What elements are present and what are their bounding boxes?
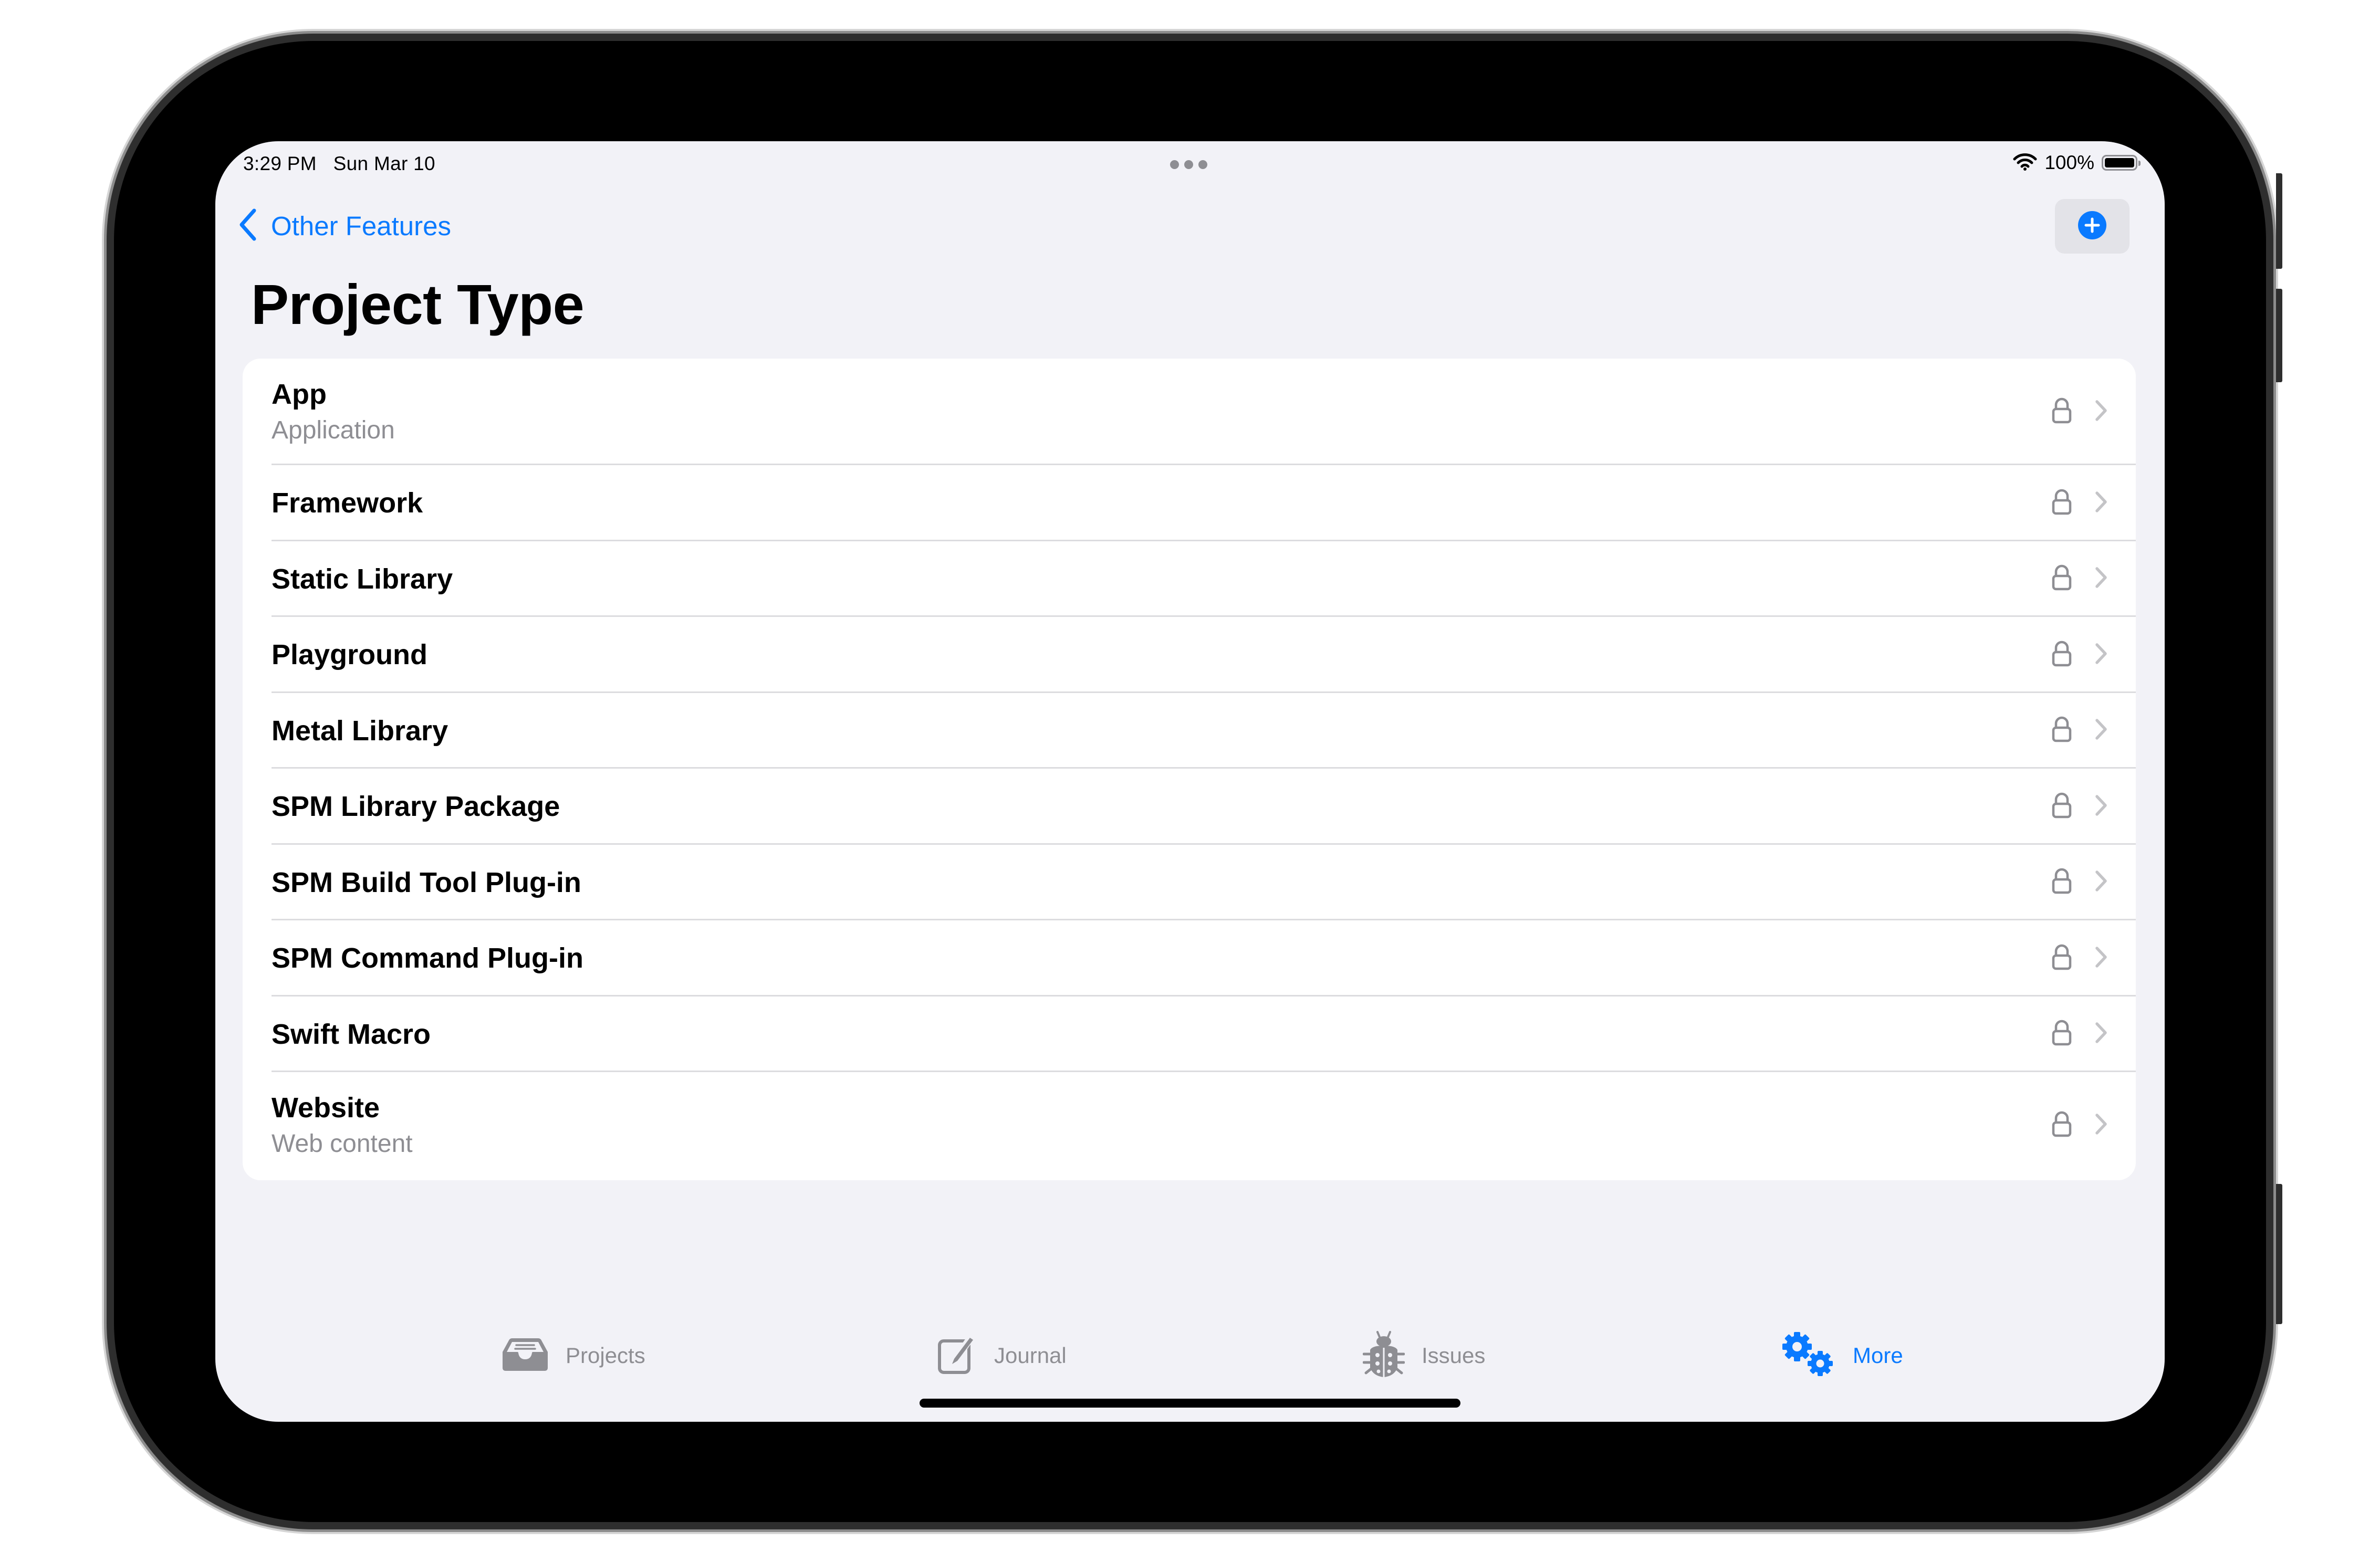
square-pencil-icon [937, 1335, 977, 1377]
lock-icon [2052, 489, 2072, 518]
list-item-text: Swift Macro [272, 1018, 431, 1051]
list-item-text: Static Library [272, 563, 453, 595]
screen: 3:29 PM Sun Mar 10 100% Other Features P… [215, 141, 2165, 1422]
project-type-list: App Application Framework Static Library Pla… [243, 359, 2136, 1180]
lock-icon [2052, 1111, 2072, 1140]
tray-icon [502, 1337, 549, 1375]
list-item-text: Framework [272, 487, 423, 519]
list-item-text: SPM Build Tool Plug-in [272, 866, 581, 899]
back-button[interactable]: Other Features [238, 208, 451, 244]
list-item-label: Framework [272, 487, 423, 519]
lock-icon [2052, 397, 2072, 426]
battery-percentage: 100% [2044, 152, 2094, 173]
side-button [2276, 1184, 2282, 1324]
list-item-subtitle: Application [272, 416, 395, 444]
list-item-text: Playground [272, 638, 427, 671]
list-item-label: Metal Library [272, 715, 448, 747]
list-item[interactable]: Framework [243, 465, 2136, 541]
battery-icon [2102, 155, 2141, 171]
list-item-label: Playground [272, 639, 428, 671]
volume-down-button [2276, 289, 2282, 382]
list-item-text: SPM Library Package [272, 790, 560, 823]
list-item[interactable]: SPM Command Plug-in [243, 920, 2136, 996]
plus-circle-icon [2078, 211, 2107, 243]
list-item-label: SPM Build Tool Plug-in [272, 866, 581, 898]
lock-icon [2052, 1020, 2072, 1048]
status-time-date: 3:29 PM Sun Mar 10 [243, 153, 435, 175]
chevron-right-icon [2094, 567, 2108, 591]
list-item-label: SPM Library Package [272, 791, 560, 823]
list-item-label: Swift Macro [272, 1018, 431, 1050]
tab-projects[interactable]: Projects [502, 1332, 645, 1379]
tab-more-label: More [1853, 1343, 1903, 1368]
chevron-right-icon [2094, 718, 2108, 743]
status-time: 3:29 PM [243, 153, 317, 174]
list-item-text: Website Web content [272, 1092, 413, 1160]
wifi-icon [2013, 153, 2037, 173]
lock-icon [2052, 868, 2072, 897]
chevron-right-icon [2094, 870, 2108, 895]
back-button-label: Other Features [271, 211, 451, 241]
list-item[interactable]: Swift Macro [243, 996, 2136, 1073]
lock-icon [2052, 944, 2072, 973]
chevron-left-icon [238, 208, 257, 244]
list-item-label: SPM Command Plug-in [272, 942, 583, 974]
list-item[interactable]: Metal Library [243, 693, 2136, 769]
tab-journal-label: Journal [994, 1343, 1067, 1368]
chevron-right-icon [2094, 491, 2108, 516]
list-item[interactable]: Static Library [243, 541, 2136, 617]
list-item-text: App Application [272, 378, 395, 446]
status-date: Sun Mar 10 [333, 153, 435, 174]
list-item-text: Metal Library [272, 715, 448, 747]
chevron-right-icon [2094, 794, 2108, 819]
tab-issues[interactable]: Issues [1362, 1330, 1486, 1381]
list-item[interactable]: App Application [243, 359, 2136, 465]
chevron-right-icon [2094, 1113, 2108, 1138]
lock-icon [2052, 641, 2072, 669]
chevron-right-icon [2094, 1022, 2108, 1046]
lock-icon [2052, 564, 2072, 593]
list-item-subtitle: Web content [272, 1129, 413, 1158]
list-item-label: App [272, 378, 327, 410]
chevron-right-icon [2094, 400, 2108, 424]
gears-icon [1781, 1331, 1836, 1381]
ladybug-icon [1362, 1330, 1405, 1381]
list-item-text: SPM Command Plug-in [272, 942, 583, 974]
tab-issues-label: Issues [1422, 1343, 1486, 1368]
page-title: Project Type [251, 272, 584, 336]
tab-projects-label: Projects [566, 1343, 645, 1368]
status-indicators: 100% [2013, 152, 2141, 174]
tab-journal[interactable]: Journal [937, 1332, 1067, 1379]
tab-more[interactable]: More [1781, 1331, 1903, 1381]
list-item[interactable]: SPM Library Package [243, 769, 2136, 845]
list-item[interactable]: Website Web content [243, 1072, 2136, 1179]
list-item-label: Static Library [272, 563, 453, 595]
chevron-right-icon [2094, 946, 2108, 971]
multitasking-dots-icon[interactable] [1170, 160, 1207, 169]
volume-up-button [2276, 173, 2282, 269]
lock-icon [2052, 716, 2072, 745]
chevron-right-icon [2094, 643, 2108, 667]
add-button[interactable] [2055, 199, 2130, 254]
home-indicator[interactable] [920, 1399, 1460, 1408]
list-item-label: Website [272, 1092, 380, 1124]
list-item[interactable]: Playground [243, 617, 2136, 693]
list-item[interactable]: SPM Build Tool Plug-in [243, 845, 2136, 921]
lock-icon [2052, 792, 2072, 821]
